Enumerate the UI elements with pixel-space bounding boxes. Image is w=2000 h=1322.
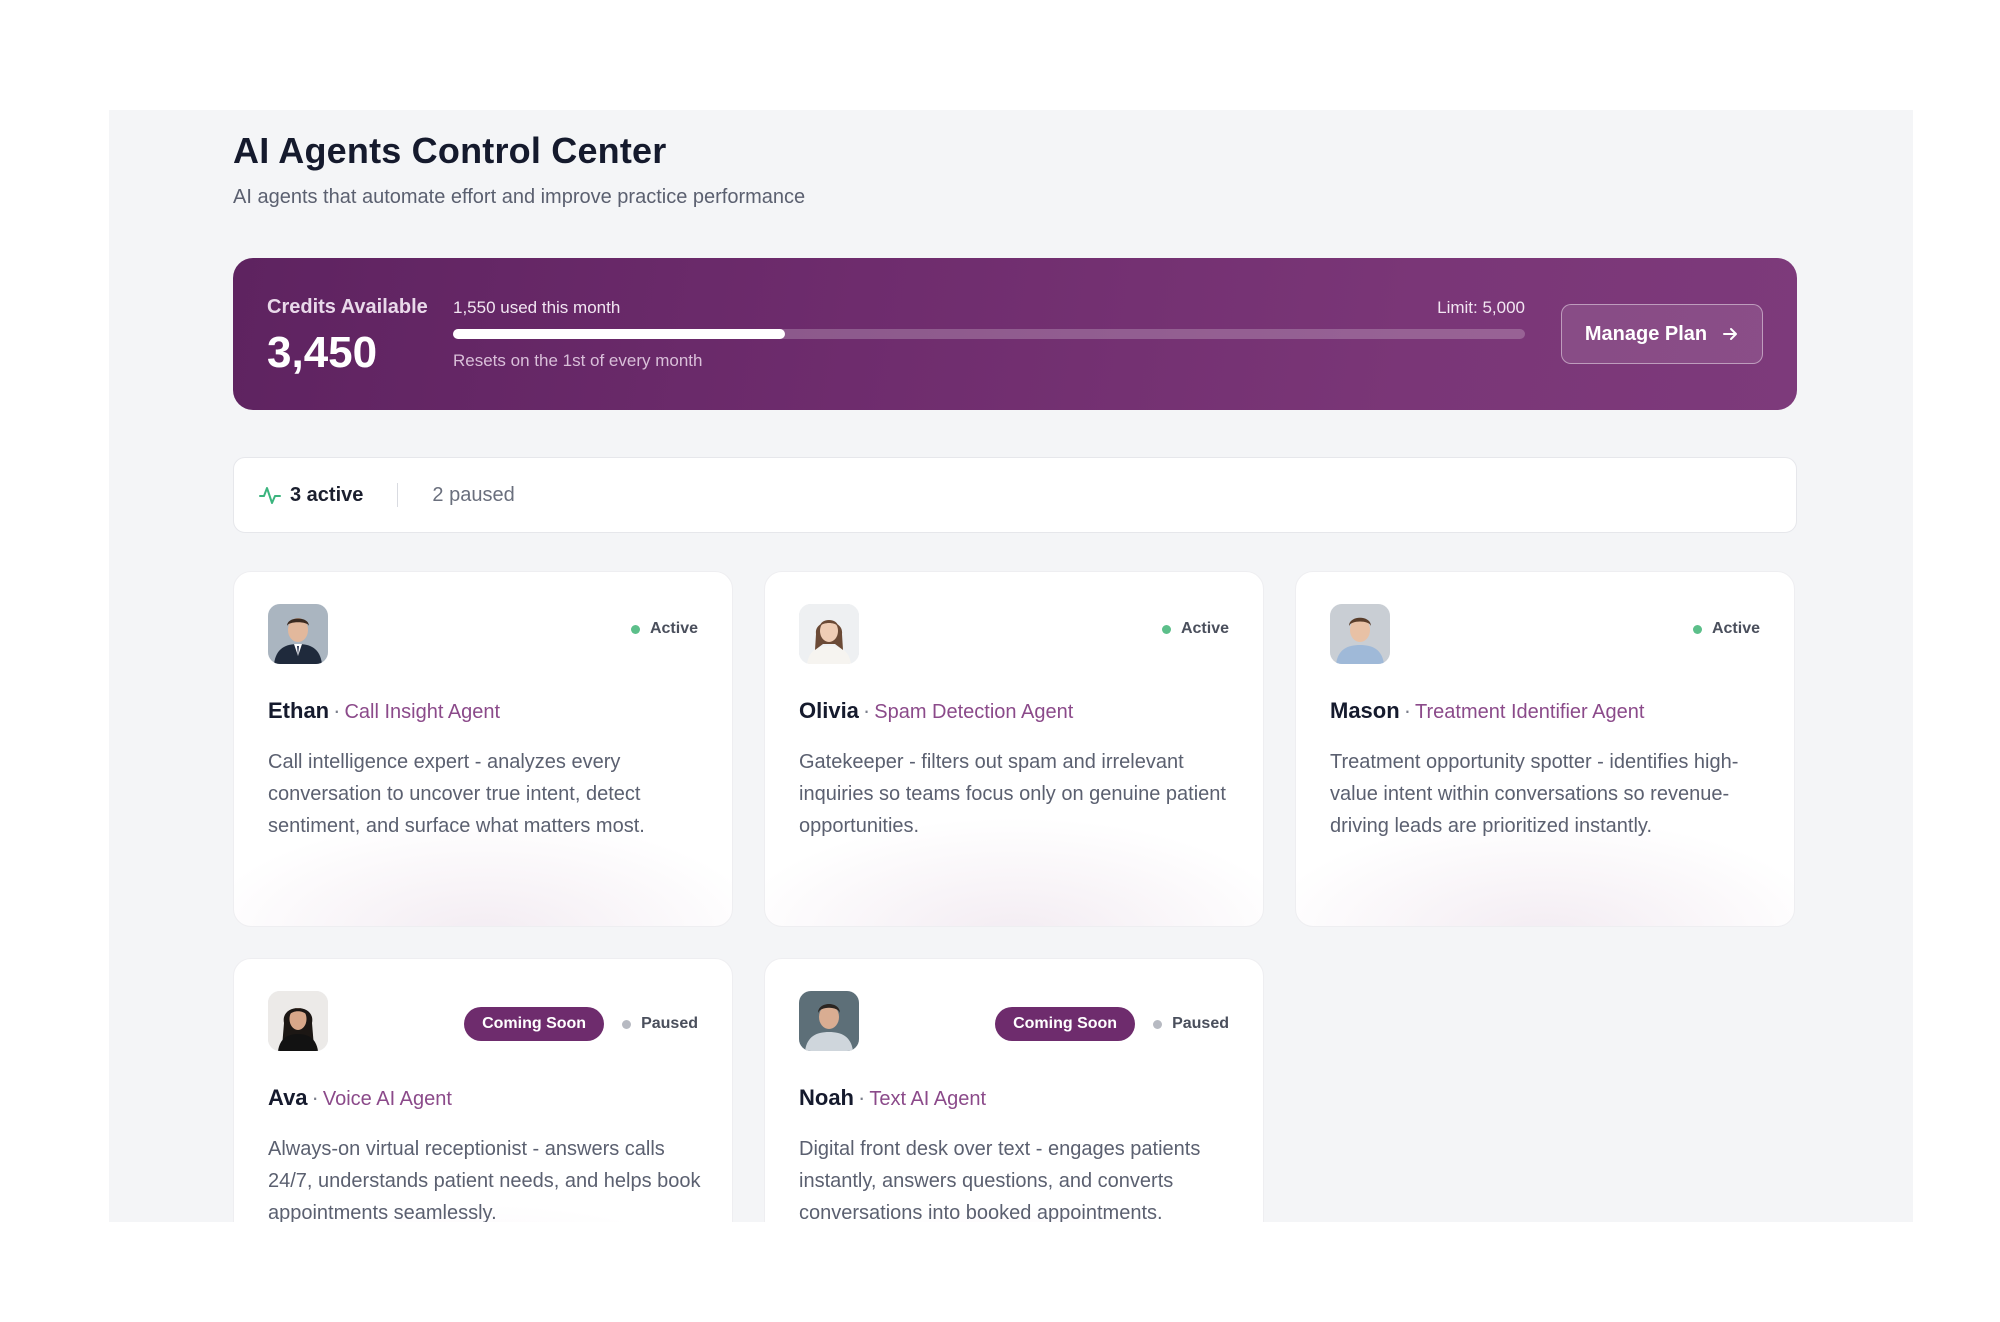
- status-dot: [1153, 1019, 1163, 1029]
- agent-role: Spam Detection Agent: [874, 701, 1074, 723]
- credits-usage-text: 1,550 used this month: [453, 298, 621, 317]
- status-dot: [1692, 624, 1702, 634]
- credits-banner: Credits Available 3,450 1,550 used this …: [233, 258, 1797, 410]
- agent-role: Text AI Agent: [869, 1088, 987, 1110]
- agent-description: Gatekeeper - filters out spam and irrele…: [799, 751, 1226, 837]
- agent-card-olivia[interactable]: Active Olivia · Spam Detection Agent Gatek…: [764, 571, 1264, 927]
- page-canvas: AI Agents Control Center AI agents that …: [109, 110, 1913, 1222]
- agent-name: Ava: [268, 1085, 308, 1110]
- avatar-ethan-image: [268, 604, 328, 664]
- agent-role: Treatment Identifier Agent: [1415, 701, 1645, 723]
- agent-name: Noah: [799, 1085, 854, 1110]
- page-title: AI Agents Control Center: [233, 130, 667, 171]
- agent-description: Always-on virtual receptionist - answers…: [268, 1138, 701, 1222]
- agent-separator: ·: [311, 1085, 319, 1110]
- agent-separator: ·: [333, 698, 341, 723]
- agent-role: Call Insight Agent: [344, 701, 501, 723]
- agent-name: Ethan: [268, 698, 330, 723]
- coming-soon-badge: Coming Soon: [995, 1007, 1136, 1041]
- credits-value: 3,450: [267, 328, 378, 377]
- manage-plan-label: Manage Plan: [1584, 322, 1708, 345]
- agent-card-noah[interactable]: Coming Soon Paused Noah · Text AI Agent Di…: [764, 958, 1264, 1222]
- agent-heading: Ethan · Call Insight Agent: [268, 698, 500, 724]
- agent-status: Active: [1692, 620, 1760, 638]
- avatar-noah-image: [799, 991, 859, 1051]
- agent-separator: ·: [862, 698, 871, 723]
- agent-status: Coming Soon Paused: [995, 1007, 1229, 1041]
- agent-role: Voice AI Agent: [322, 1088, 452, 1110]
- status-label: Active: [1180, 620, 1229, 637]
- agent-description: Treatment opportunity spotter - identifi…: [1330, 751, 1739, 837]
- manage-plan-button[interactable]: Manage Plan: [1561, 304, 1763, 364]
- agent-description: Digital front desk over text - engages p…: [799, 1138, 1201, 1222]
- arrow-right-icon: [1723, 328, 1738, 340]
- status-label: Active: [649, 620, 698, 637]
- agent-card-ethan[interactable]: Active Ethan · Call Insight Agent Call int…: [233, 571, 733, 927]
- status-label: Paused: [641, 1015, 698, 1032]
- status-dot: [622, 1019, 632, 1029]
- avatar-mason-image: [1330, 604, 1390, 664]
- status-label: Paused: [1172, 1015, 1229, 1032]
- avatar: [268, 991, 328, 1051]
- avatar: [1330, 604, 1390, 664]
- avatar-olivia-image: [799, 604, 859, 664]
- agent-separator: ·: [1403, 698, 1412, 723]
- avatar: [799, 991, 859, 1051]
- status-divider: [397, 483, 399, 507]
- agent-heading: Olivia · Spam Detection Agent: [799, 698, 1073, 724]
- agent-description: Call intelligence expert - analyzes ever…: [268, 751, 645, 837]
- status-dot: [1161, 624, 1171, 634]
- credits-progress-bar: [453, 329, 1525, 339]
- agent-heading: Noah · Text AI Agent: [799, 1085, 986, 1111]
- active-count[interactable]: 3 active: [290, 484, 363, 507]
- agent-heading: Ava · Voice AI Agent: [268, 1085, 452, 1111]
- coming-soon-badge: Coming Soon: [464, 1007, 605, 1041]
- agent-status: Active: [1161, 620, 1229, 638]
- agent-card-mason[interactable]: Active Mason · Treatment Identifier Agent …: [1295, 571, 1795, 927]
- status-label: Active: [1711, 620, 1760, 637]
- paused-count[interactable]: 2 paused: [432, 484, 514, 507]
- activity-icon: [259, 487, 281, 504]
- agent-heading: Mason · Treatment Identifier Agent: [1330, 698, 1644, 724]
- agent-status-summary: 3 active 2 paused: [233, 457, 1797, 533]
- page-subtitle: AI agents that automate effort and impro…: [233, 186, 806, 208]
- credits-label: Credits Available: [267, 296, 428, 318]
- agent-card-ava[interactable]: Coming Soon Paused Ava · Voice AI Agent Al…: [233, 958, 733, 1222]
- credits-reset-text: Resets on the 1st of every month: [453, 351, 703, 370]
- avatar: [268, 604, 328, 664]
- agent-status: Coming Soon Paused: [464, 1007, 698, 1041]
- credits-limit-text: Limit: 5,000: [1437, 298, 1525, 317]
- credits-progress-fill: [453, 329, 786, 339]
- agent-separator: ·: [858, 1085, 866, 1110]
- status-dot: [630, 624, 640, 634]
- agent-status: Active: [630, 620, 698, 638]
- agent-name: Olivia: [799, 698, 859, 723]
- agent-name: Mason: [1330, 698, 1400, 723]
- avatar-ava-image: [268, 991, 328, 1051]
- avatar: [799, 604, 859, 664]
